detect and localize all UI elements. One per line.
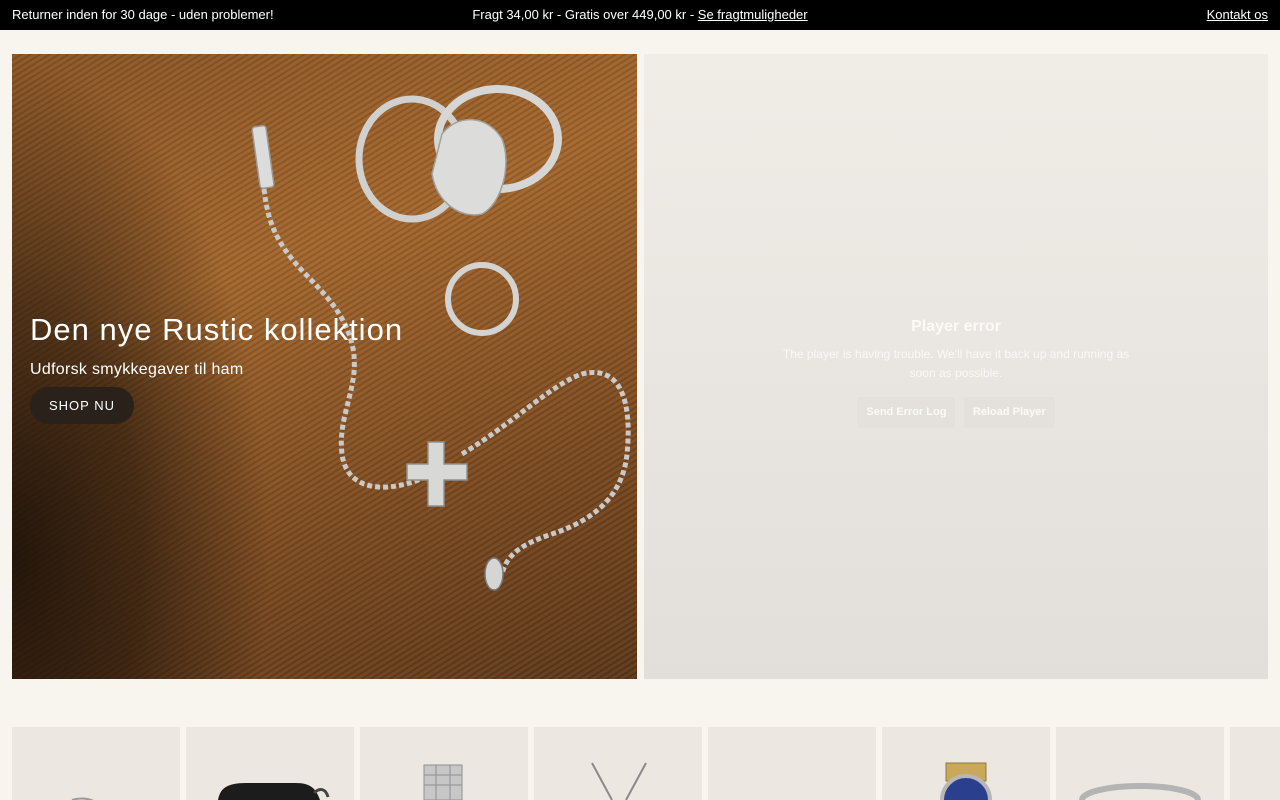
send-error-log-button[interactable]: Send Error Log	[857, 397, 956, 428]
ring-icon	[1079, 783, 1201, 800]
watch-two-tone-icon	[940, 762, 992, 800]
product-card[interactable]	[534, 727, 702, 800]
player-error-message: The player is having trouble. We'll have…	[782, 347, 1130, 380]
bracelet-icon	[71, 797, 95, 800]
video-player[interactable]: Player error The player is having troubl…	[644, 54, 1268, 679]
hero-banner[interactable]: Den nye Rustic kollektion Udforsk smykke…	[12, 54, 637, 679]
product-card[interactable]	[186, 727, 354, 800]
shipping-options-link[interactable]: Se fragtmuligheder	[698, 7, 808, 22]
announcement-bar: Returner inden for 30 dage - uden proble…	[0, 0, 1280, 30]
watch-steel-icon	[423, 764, 463, 800]
hero-subtitle: Udforsk smykkegaver til ham	[30, 361, 244, 378]
product-card[interactable]	[708, 727, 876, 800]
product-card[interactable]	[882, 727, 1050, 800]
product-card[interactable]	[12, 727, 180, 800]
product-card[interactable]	[1230, 727, 1280, 800]
shipping-text: Fragt 34,00 kr - Gratis over 449,00 kr -	[472, 7, 698, 22]
pouch-icon	[218, 783, 330, 800]
player-error-title: Player error	[911, 318, 1001, 335]
shop-now-button[interactable]: SHOP NU	[30, 387, 134, 424]
shipping-notice: Fragt 34,00 kr - Gratis over 449,00 kr -…	[0, 7, 1280, 22]
hero-title: Den nye Rustic kollektion	[30, 312, 404, 347]
empty-card	[708, 727, 876, 800]
partial-card	[1230, 727, 1280, 800]
product-card[interactable]	[1056, 727, 1224, 800]
contact-link[interactable]: Kontakt os	[1207, 7, 1268, 22]
reload-player-button[interactable]: Reload Player	[963, 397, 1055, 428]
necklace-icon	[591, 762, 647, 800]
product-card[interactable]	[360, 727, 528, 800]
player-error-actions: Send Error Log Reload Player	[644, 397, 1268, 428]
